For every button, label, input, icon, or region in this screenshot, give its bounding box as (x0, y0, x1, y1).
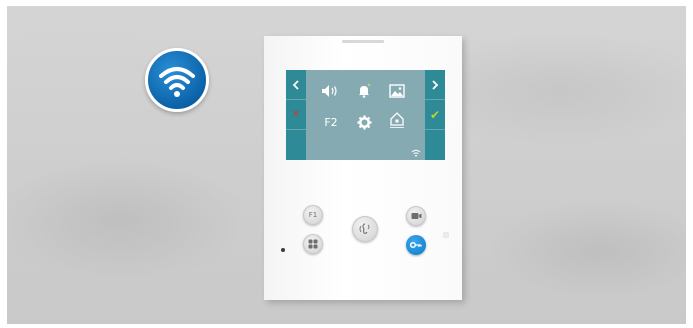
monitor-screen: ✕ F2 ✔ (286, 70, 445, 160)
image-icon[interactable] (385, 81, 409, 101)
side-indicator (443, 232, 449, 238)
signal-wifi-icon (411, 149, 421, 157)
f2-label: F2 (324, 115, 338, 129)
camera-button[interactable] (406, 206, 426, 226)
gear-icon[interactable] (352, 112, 376, 132)
home-icon[interactable] (385, 110, 409, 130)
f1-label: F1 (308, 211, 318, 219)
screen-left-column: ✕ (286, 70, 306, 160)
grid-icon (308, 239, 318, 249)
image-border-left (0, 0, 7, 328)
image-border-bottom (0, 324, 693, 328)
menu-button[interactable] (303, 234, 323, 254)
speaker-slot (342, 40, 384, 43)
door-open-button[interactable] (406, 235, 426, 255)
f2-icon[interactable]: F2 (319, 112, 343, 132)
key-icon (410, 241, 422, 249)
image-border-right (686, 0, 693, 328)
status-led (281, 248, 285, 252)
talk-icon (359, 223, 370, 234)
video-intercom-monitor: ✕ F2 ✔ F1 (264, 36, 462, 300)
close-icon[interactable]: ✕ (286, 100, 306, 130)
screen-right-column: ✔ (425, 70, 445, 160)
chevron-left-icon[interactable] (286, 70, 306, 100)
chevron-right-icon[interactable] (425, 70, 445, 100)
speaker-icon[interactable] (319, 81, 343, 101)
check-icon[interactable]: ✔ (425, 100, 445, 130)
wifi-icon (159, 67, 195, 97)
f1-button[interactable]: F1 (303, 205, 323, 225)
talk-button[interactable] (352, 216, 378, 242)
screen-left-empty-cell (286, 130, 306, 159)
image-border-top (0, 0, 693, 6)
screen-right-empty-cell (425, 130, 445, 159)
bell-icon[interactable] (352, 81, 376, 101)
wifi-badge-icon (145, 48, 209, 112)
video-camera-icon (411, 213, 421, 219)
